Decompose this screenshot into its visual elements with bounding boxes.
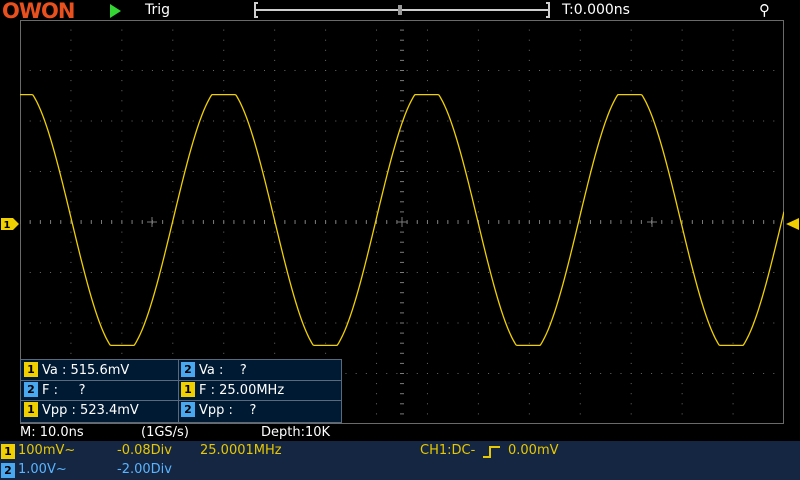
top-bar: OWON Trig T:0.000ns ⚲ [0, 0, 800, 22]
measurement-channel-badge: 2 [181, 402, 195, 417]
measurement-channel-badge: 1 [181, 382, 195, 397]
measurement-channel-badge: 1 [24, 362, 38, 377]
run-play-icon[interactable] [110, 4, 121, 18]
measurement-item: 1 Vpp : 523.4mV [24, 401, 139, 421]
ch1-marker-label: 1 [4, 220, 11, 231]
measurement-channel-badge: 1 [24, 402, 38, 417]
view-window-indicator [398, 5, 402, 15]
trigger-status-label: Trig [145, 2, 171, 18]
memory-depth-readout: Depth:10K [261, 425, 331, 440]
ch1-scale: 100mV~ [18, 443, 76, 458]
ch1-badge: 1 [1, 444, 15, 459]
ch1-level-marker-left[interactable]: 1 [0, 217, 20, 231]
ch2-offset: -2.00Div [117, 462, 172, 477]
measurement-channel-badge: 2 [24, 382, 38, 397]
measurement-item: 2 Vpp : ? [181, 401, 256, 421]
ch1-offset: -0.08Div [117, 443, 172, 458]
measurement-channel-badge: 2 [181, 362, 195, 377]
measurement-item: 2 F : ? [24, 381, 86, 401]
timebase-readout: M: 10.0ns [20, 425, 84, 440]
memory-timeline [254, 2, 550, 18]
measurement-item: 1 Va : 515.6mV [24, 361, 129, 381]
ch1-info-row[interactable]: 1 100mV~ -0.08Div 25.0001MHz CH1:DC- 0.0… [0, 442, 800, 460]
time-position-readout: T:0.000ns [562, 2, 630, 18]
rising-edge-icon [483, 446, 500, 458]
measurement-value: Va : 515.6mV [42, 363, 130, 378]
measurement-value: Vpp : 523.4mV [42, 403, 139, 418]
measurement-value: Va : ? [199, 363, 247, 378]
sample-rate-readout: (1GS/s) [141, 425, 189, 440]
ch2-info-row[interactable]: 2 1.00V~ -2.00Div [0, 461, 800, 479]
measurement-panel: 1 Va : 515.6mV 2 Va : ? 2 F : ? 1 F : 25.00MHz 1… [20, 359, 342, 423]
trigger-source: CH1:DC- [420, 443, 476, 458]
status-bar: M: 10.0ns (1GS/s) Depth:10K [0, 425, 800, 441]
measurement-value: F : ? [42, 383, 86, 398]
usb-icon: ⚲ [759, 1, 770, 19]
measurement-item: 1 F : 25.00MHz [181, 381, 284, 401]
trigger-level: 0.00mV [508, 443, 559, 458]
ch2-badge: 2 [1, 463, 15, 478]
measurement-value: F : 25.00MHz [199, 383, 285, 398]
channel-info-panel: 1 100mV~ -0.08Div 25.0001MHz CH1:DC- 0.0… [0, 441, 800, 480]
brand-logo: OWON [2, 0, 75, 23]
measurement-value: Vpp : ? [199, 403, 257, 418]
ch2-scale: 1.00V~ [18, 462, 67, 477]
trigger-level-marker-right[interactable] [784, 217, 800, 231]
measurement-item: 2 Va : ? [181, 361, 247, 381]
ch1-frequency: 25.0001MHz [200, 443, 282, 458]
